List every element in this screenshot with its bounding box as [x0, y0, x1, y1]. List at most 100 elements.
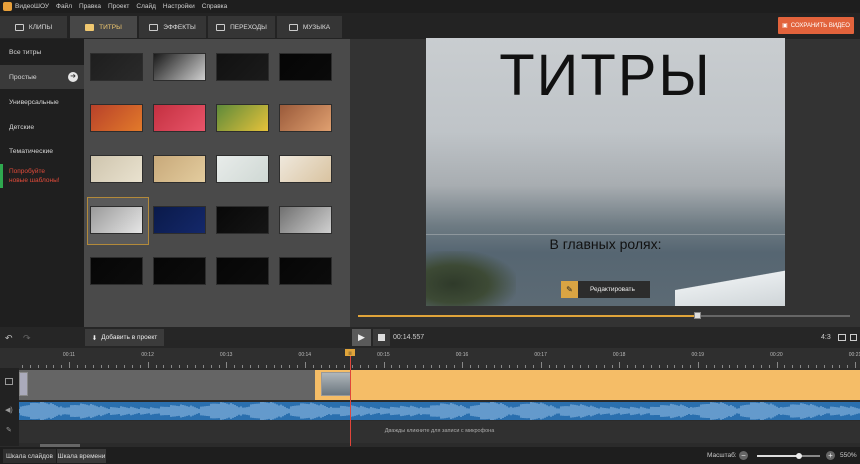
- ruler-tick: [745, 365, 747, 368]
- title-template-thumbnail[interactable]: [279, 104, 332, 132]
- audio-track[interactable]: [19, 402, 860, 420]
- ruler-tick: [454, 365, 456, 368]
- ruler-tick: [84, 365, 86, 368]
- menu-file[interactable]: Файл: [56, 3, 72, 10]
- ruler-tick: [446, 365, 448, 368]
- ruler-tick-label: 00:17: [534, 352, 547, 358]
- ruler-tick: [815, 365, 817, 368]
- ruler-tick: [855, 362, 857, 368]
- fullscreen-icon[interactable]: [850, 334, 857, 341]
- timeline-ruler[interactable]: 00:11 00:12 00:13 00:14 00:15 00:16 00:17 00:18…: [0, 348, 860, 368]
- edit-button[interactable]: ✎ Редактировать: [561, 281, 650, 298]
- ruler-tick: [124, 365, 126, 368]
- zoom-out-icon[interactable]: −: [739, 451, 748, 460]
- ruler-tick: [179, 365, 181, 368]
- titles-icon: [85, 23, 95, 31]
- add-to-project-button[interactable]: ⬇ Добавить в проект: [85, 329, 164, 346]
- ruler-tick: [532, 365, 534, 368]
- menu-help[interactable]: Справка: [202, 3, 228, 10]
- title-template-thumbnail[interactable]: [216, 53, 269, 81]
- ruler-tick-label: 00:19: [691, 352, 705, 358]
- save-video-button[interactable]: ▣ СОХРАНИТЬ ВИДЕО: [778, 17, 854, 34]
- video-track[interactable]: [19, 370, 860, 400]
- ruler-tick: [202, 365, 204, 368]
- ruler-tick: [784, 365, 786, 368]
- category-thematic[interactable]: Тематические: [0, 139, 84, 163]
- category-label: Универсальные: [9, 98, 59, 106]
- title-template-thumbnail[interactable]: [216, 206, 269, 234]
- tab-effects[interactable]: ЭФФЕКТЫ: [139, 16, 206, 38]
- title-template-thumbnail[interactable]: [279, 53, 332, 81]
- ruler-tick: [336, 365, 338, 368]
- zoom-slider[interactable]: [757, 453, 820, 459]
- category-new-templates[interactable]: Попробуйте новые шаблоны!: [0, 164, 84, 188]
- playhead-handle[interactable]: |||: [345, 349, 355, 356]
- title-template-thumbnail[interactable]: [216, 257, 269, 285]
- menu-slide[interactable]: Слайд: [136, 3, 156, 10]
- tab-music[interactable]: МУЗЫКА: [277, 16, 342, 38]
- category-simple[interactable]: Простые ➜: [0, 65, 84, 89]
- title-template-thumbnail[interactable]: [90, 155, 143, 183]
- ruler-tick-label: 00:14: [298, 352, 312, 358]
- title-template-thumbnail[interactable]: [153, 53, 206, 81]
- play-button[interactable]: ▶: [352, 329, 371, 346]
- progress-handle[interactable]: [694, 312, 702, 319]
- ruler-tick: [580, 365, 582, 368]
- menu-bar: ВидеоШОУ Файл Правка Проект Слайд Настро…: [0, 0, 860, 13]
- ruler-tick: [367, 365, 369, 368]
- zoom-in-icon[interactable]: +: [826, 451, 835, 460]
- ruler-tick: [564, 365, 566, 368]
- tab-clips[interactable]: КЛИПЫ: [0, 16, 67, 38]
- title-template-thumbnail[interactable]: [153, 257, 206, 285]
- title-template-thumbnail[interactable]: [279, 257, 332, 285]
- clip-thumbnail[interactable]: [321, 372, 351, 396]
- ruler-tick: [100, 365, 102, 368]
- ruler-tick: [642, 365, 644, 368]
- title-template-thumbnail[interactable]: [153, 206, 206, 234]
- title-template-thumbnail[interactable]: [279, 206, 332, 234]
- stop-button[interactable]: [373, 329, 390, 346]
- title-template-thumbnail[interactable]: [153, 155, 206, 183]
- ruler-tick: [595, 365, 597, 368]
- title-template-thumbnail[interactable]: [90, 104, 143, 132]
- snapshot-icon[interactable]: [838, 334, 846, 341]
- title-segment[interactable]: [315, 370, 860, 400]
- title-template-thumbnail[interactable]: [90, 206, 143, 234]
- menu-project[interactable]: Проект: [108, 3, 129, 10]
- title-template-thumbnail[interactable]: [90, 257, 143, 285]
- category-kids[interactable]: Детские: [0, 115, 84, 139]
- zoom-handle[interactable]: [795, 453, 802, 459]
- undo-icon[interactable]: ↶: [5, 333, 13, 344]
- promo-line: Попробуйте: [9, 168, 46, 175]
- redo-icon[interactable]: ↷: [23, 333, 31, 344]
- tab-transitions[interactable]: ПЕРЕХОДЫ: [208, 16, 275, 38]
- title-template-thumbnail[interactable]: [279, 155, 332, 183]
- menu-edit[interactable]: Правка: [79, 3, 101, 10]
- ruler-tick: [611, 365, 613, 368]
- category-panel: Все титры Простые ➜ Универсальные Детские…: [0, 39, 84, 327]
- ruler-tick: [509, 365, 511, 368]
- category-all[interactable]: Все титры: [0, 40, 84, 64]
- title-template-thumbnail[interactable]: [216, 155, 269, 183]
- title-template-thumbnail[interactable]: [90, 53, 143, 81]
- ruler-tick: [210, 365, 212, 368]
- clip-thumbnail[interactable]: [19, 372, 28, 396]
- aspect-ratio-toggle[interactable]: 4:3: [821, 334, 831, 341]
- tab-titles[interactable]: ТИТРЫ: [70, 16, 137, 38]
- ruler-tick: [312, 365, 314, 368]
- tab-label: ПЕРЕХОДЫ: [230, 23, 267, 31]
- menu-settings[interactable]: Настройки: [163, 3, 195, 10]
- ruler-tick: [132, 365, 134, 368]
- title-template-thumbnail[interactable]: [153, 104, 206, 132]
- ruler-tick: [619, 362, 621, 368]
- category-universal[interactable]: Универсальные: [0, 90, 84, 114]
- preview-progress-bar[interactable]: [358, 312, 850, 319]
- download-arrow-icon: ⬇: [91, 334, 98, 342]
- video-preview[interactable]: ТИТРЫ В главных ролях:: [426, 38, 785, 306]
- save-icon: ▣: [782, 23, 788, 29]
- pencil-icon: ✎: [561, 281, 578, 298]
- waveform-path: [19, 402, 860, 420]
- title-template-thumbnail[interactable]: [216, 104, 269, 132]
- tab-slide-scale[interactable]: Шкала слайдов: [3, 449, 56, 463]
- tab-time-scale[interactable]: Шкала времени: [57, 449, 106, 463]
